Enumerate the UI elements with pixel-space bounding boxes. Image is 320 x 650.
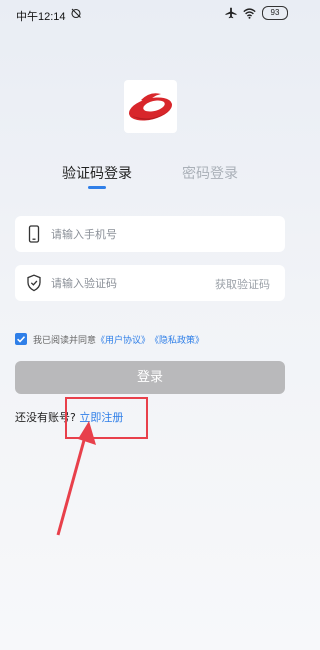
- tab-sms-login[interactable]: 验证码登录: [62, 163, 132, 183]
- privacy-policy-link[interactable]: 《隐私政策》: [150, 333, 204, 346]
- app-logo-icon: [129, 93, 172, 121]
- wifi-icon: [243, 7, 256, 19]
- agreement-text: 我已阅读并同意: [33, 335, 97, 346]
- status-icons: 93: [225, 6, 288, 20]
- agreement-row: 我已阅读并同意 《用户协议》 《隐私政策》: [15, 332, 204, 346]
- phone-field[interactable]: [15, 216, 285, 252]
- phone-icon: [28, 225, 40, 243]
- agreement-checkbox[interactable]: [15, 333, 27, 345]
- status-bar: 中午12:14 93: [0, 0, 300, 28]
- login-button[interactable]: 登录: [15, 361, 285, 394]
- user-agreement-link[interactable]: 《用户协议》: [96, 333, 150, 346]
- annotation-arrow-icon: [56, 421, 96, 536]
- alarm-off-icon: [71, 8, 81, 19]
- verification-code-input[interactable]: [51, 265, 231, 301]
- airplane-mode-icon: [225, 7, 237, 19]
- battery-indicator: 93: [262, 6, 288, 20]
- phone-input[interactable]: [51, 216, 231, 252]
- status-time: 中午12:14: [16, 11, 66, 23]
- app-logo: [124, 80, 177, 133]
- checkmark-icon: [17, 336, 26, 343]
- shield-icon: [27, 274, 41, 292]
- active-tab-indicator: [88, 186, 106, 189]
- verification-code-field[interactable]: 获取验证码: [15, 265, 285, 301]
- tab-password-login[interactable]: 密码登录: [182, 163, 238, 183]
- get-code-button[interactable]: 获取验证码: [215, 276, 270, 292]
